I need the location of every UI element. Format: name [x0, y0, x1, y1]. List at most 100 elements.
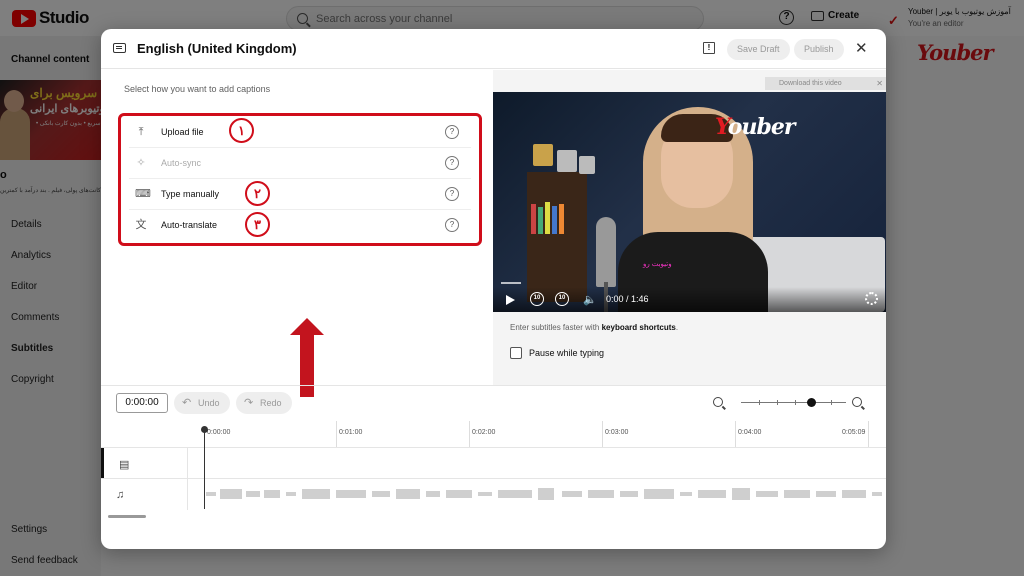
download-bar-text: Download this video	[779, 80, 842, 87]
close-icon[interactable]: ✕	[876, 77, 883, 90]
ruler-tick-label: 0:00:00	[207, 429, 231, 436]
subtitle-track[interactable]: ▤	[101, 447, 886, 479]
step-badge-2: ۲	[245, 181, 270, 206]
playhead[interactable]	[204, 429, 205, 509]
book	[552, 206, 557, 234]
help-circle-icon[interactable]: ?	[445, 187, 459, 201]
option-label: Type manually	[161, 189, 220, 199]
ruler-tick-label: 0:05:09	[842, 429, 866, 436]
option-auto-translate[interactable]: 文 Auto-translate ?	[121, 210, 479, 241]
horizontal-scrollbar[interactable]	[108, 515, 146, 518]
book	[545, 202, 550, 234]
option-auto-sync[interactable]: ✧ Auto-sync ?	[121, 148, 479, 179]
rewind-10-icon[interactable]: 10	[530, 292, 544, 306]
ruler-tick-label: 0:02:00	[472, 429, 496, 436]
zoom-slider-handle[interactable]	[807, 398, 816, 407]
redo-button[interactable]: ↷ Redo	[236, 392, 292, 414]
silver-play-button-award	[579, 156, 595, 174]
keyboard-icon: ⌨	[135, 188, 151, 200]
close-icon[interactable]: ✕	[855, 41, 868, 56]
save-draft-button[interactable]: Save Draft	[727, 39, 790, 60]
dialog-header: English (United Kingdom) ! Save Draft Pu…	[101, 29, 886, 69]
shortcut-prefix: Enter subtitles faster with	[510, 323, 602, 332]
keyboard-shortcuts-link[interactable]: keyboard shortcuts	[602, 323, 676, 332]
forward-10-icon[interactable]: 10	[555, 292, 569, 306]
zoom-slider[interactable]	[741, 400, 846, 405]
subtitles-icon: ▤	[119, 459, 130, 471]
music-note-icon: ♫	[116, 489, 125, 501]
gear-icon[interactable]	[865, 292, 878, 305]
video-controls	[493, 287, 886, 312]
option-type-manually[interactable]: ⌨ Type manually ?	[121, 179, 479, 210]
video-preview-pane: Download this video ✕ وتیوبت رو Youber 1…	[493, 70, 886, 385]
ruler-gridline	[602, 421, 603, 447]
help-circle-icon[interactable]: ?	[445, 156, 459, 170]
audio-track[interactable]: ♫	[101, 478, 886, 510]
zoom-tick	[777, 400, 778, 405]
video-player[interactable]: وتیوبت رو Youber 10 10 🔈 0:00 / 1:46	[493, 92, 886, 312]
option-label: Upload file	[161, 127, 204, 137]
zoom-in-icon[interactable]	[852, 397, 862, 407]
publish-button[interactable]: Publish	[794, 39, 844, 60]
shirt-text: وتیوبت رو	[643, 261, 672, 268]
translate-icon: 文	[135, 219, 147, 231]
pause-while-typing-label: Pause while typing	[529, 348, 605, 358]
help-circle-icon[interactable]: ?	[445, 218, 459, 232]
step-badge-1: ۱	[229, 118, 254, 143]
pause-while-typing-row[interactable]: Pause while typing	[510, 347, 604, 359]
shortcut-suffix: .	[675, 323, 679, 332]
undo-button[interactable]: ↶ Undo	[174, 392, 230, 414]
ruler-gridline	[469, 421, 470, 447]
feedback-icon[interactable]: !	[703, 42, 715, 54]
option-upload-file[interactable]: ⤒ Upload file ?	[121, 117, 479, 148]
download-bar[interactable]: Download this video ✕	[765, 77, 886, 90]
play-icon[interactable]	[506, 295, 515, 305]
ruler-tick-label: 0:01:00	[339, 429, 363, 436]
upload-icon: ⤒	[138, 126, 144, 138]
gold-play-button-award	[533, 144, 553, 166]
zoom-out-icon[interactable]	[713, 397, 723, 407]
step-badge-3: ۳	[245, 212, 270, 237]
ruler-gridline	[868, 421, 869, 447]
zoom-tick	[831, 400, 832, 405]
ruler-gridline	[336, 421, 337, 447]
silver-play-button-award	[557, 150, 577, 172]
book	[538, 207, 543, 234]
book	[559, 204, 564, 234]
brand-y: Y	[715, 114, 729, 140]
ruler-gridline	[735, 421, 736, 447]
video-brand-logo: Youber	[715, 114, 796, 140]
timecode-input[interactable]: 0:00:00	[116, 393, 168, 413]
subtitles-dialog: English (United Kingdom) ! Save Draft Pu…	[101, 29, 886, 549]
dialog-title: English (United Kingdom)	[137, 41, 297, 56]
timeline-ruler[interactable]: 0:00:00 0:01:00 0:02:00 0:03:00 0:04:00 …	[101, 421, 886, 447]
pause-while-typing-checkbox[interactable]	[510, 347, 522, 359]
up-arrow-annotation	[290, 318, 324, 397]
ruler-tick-label: 0:03:00	[605, 429, 629, 436]
microphone	[596, 217, 616, 287]
undo-label: Undo	[198, 398, 220, 408]
arrow-head	[290, 318, 324, 335]
option-label: Auto-translate	[161, 220, 218, 230]
ruler-tick-label: 0:04:00	[738, 429, 762, 436]
book	[531, 204, 536, 234]
audio-waveform	[206, 488, 882, 500]
volume-icon[interactable]: 🔈	[583, 293, 597, 306]
zoom-tick	[759, 400, 760, 405]
brand-rest: ouber	[727, 114, 796, 140]
redo-label: Redo	[260, 398, 282, 408]
timeline-toolbar: 0:00:00 ↶ Undo ↷ Redo	[101, 385, 886, 421]
track-header: ♫	[101, 479, 188, 510]
shortcut-hint: Enter subtitles faster with keyboard sho…	[510, 323, 678, 332]
auto-sync-icon: ✧	[136, 157, 146, 169]
subtitles-icon	[113, 43, 126, 53]
caption-method-pane: Select how you want to add captions ⤒ Up…	[101, 70, 493, 397]
bookshelf	[527, 172, 587, 302]
video-time: 0:00 / 1:46	[606, 294, 649, 304]
track-header: ▤	[101, 448, 188, 479]
zoom-tick	[795, 400, 796, 405]
option-label: Auto-sync	[161, 158, 202, 168]
waveform-bars	[206, 488, 882, 500]
help-circle-icon[interactable]: ?	[445, 125, 459, 139]
video-progress-bar[interactable]	[501, 282, 521, 284]
